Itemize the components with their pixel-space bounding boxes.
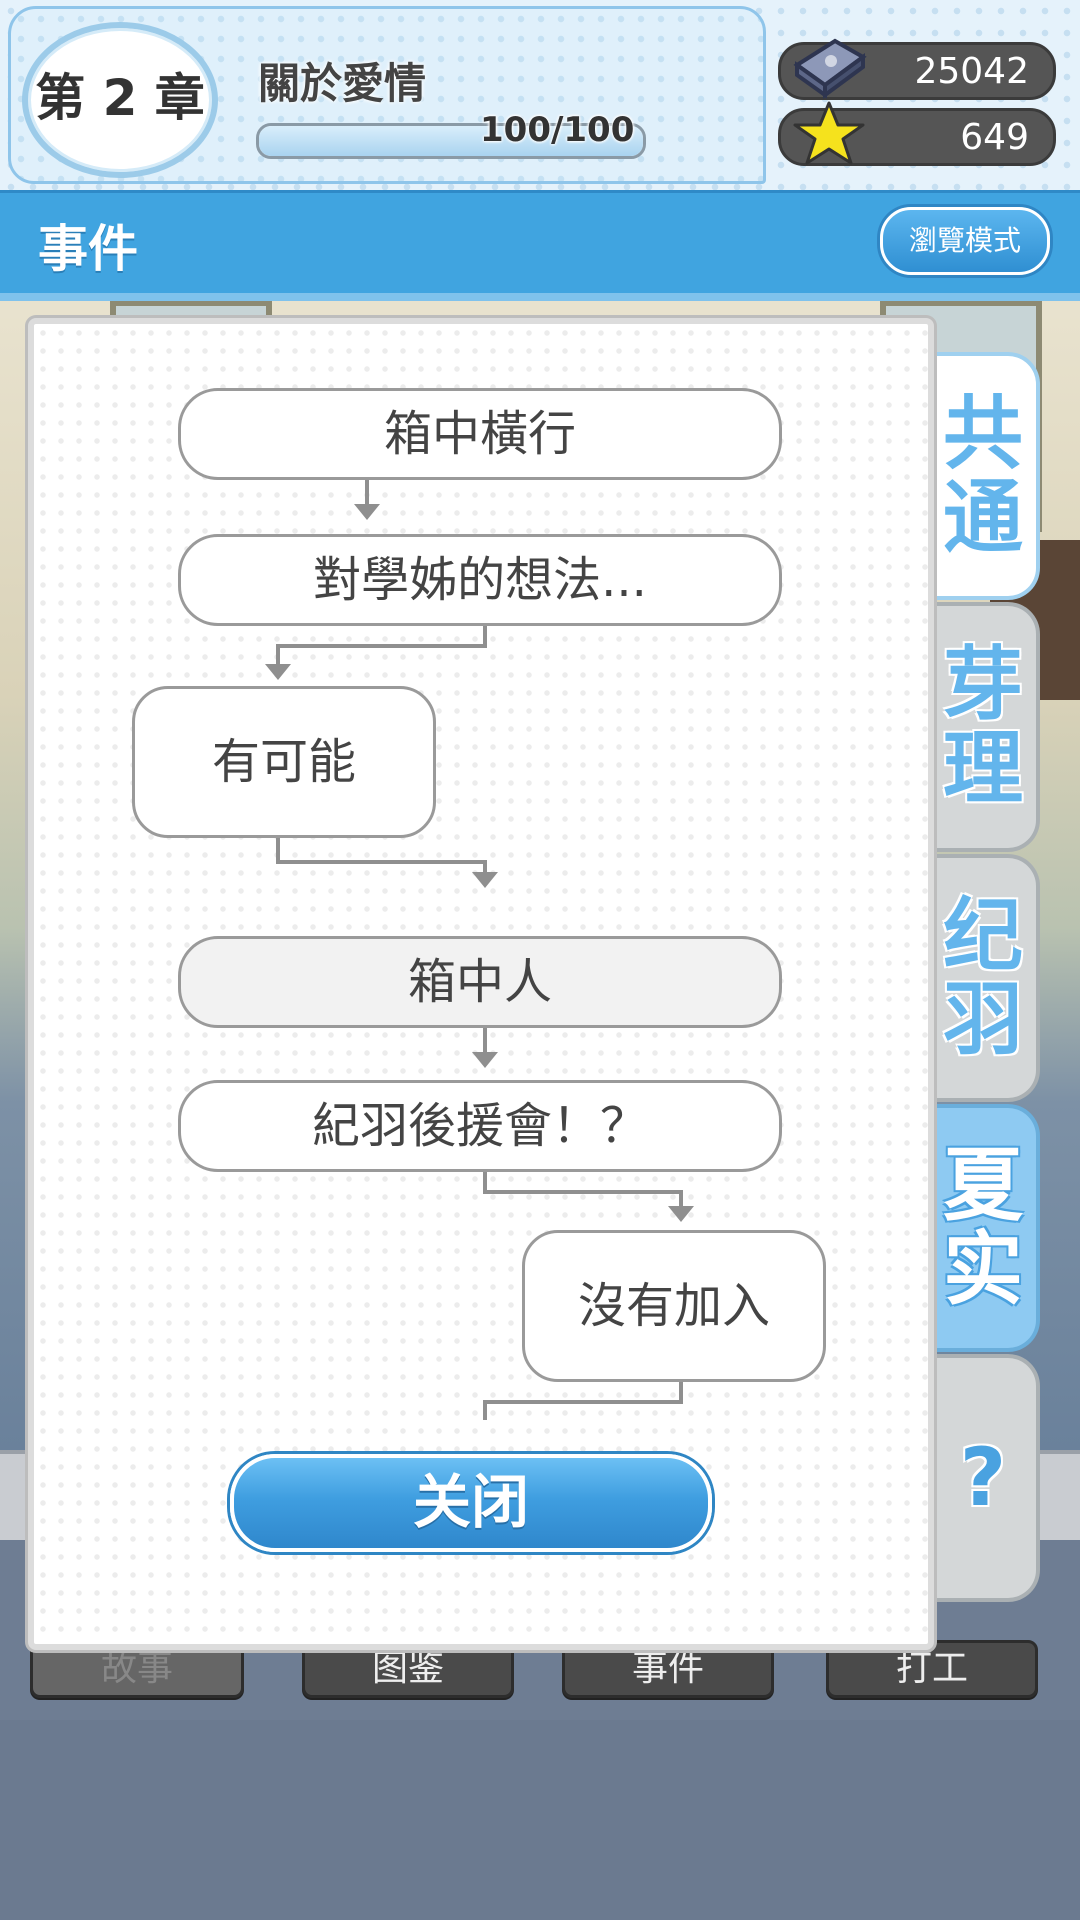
flow-node-3[interactable]: 有可能 [132, 686, 436, 838]
title-bar: 事件 瀏覽模式 [0, 190, 1080, 301]
close-button[interactable]: 关闭 [230, 1454, 712, 1552]
connector [276, 644, 487, 648]
connector [483, 1400, 683, 1404]
tab-unknown[interactable]: ? [930, 1354, 1040, 1602]
connector [276, 644, 280, 666]
flow-node-2[interactable]: 對學姊的想法... [178, 534, 782, 626]
arrow-down-icon [472, 872, 498, 888]
arrow-down-icon [354, 504, 380, 520]
connector [679, 1382, 683, 1402]
tab-natsumi-label: 夏实 [943, 1139, 1023, 1316]
star-icon [793, 101, 865, 165]
tab-common[interactable]: 共通 [930, 352, 1040, 600]
arrow-down-icon [668, 1206, 694, 1222]
crystal-counter: 25042 [778, 38, 1056, 100]
header: 第 2 章 關於愛情 100/100 25042 649 [0, 0, 1080, 190]
chapter-title: 關於愛情 [258, 59, 427, 108]
tab-kiu[interactable]: 纪羽 [930, 854, 1040, 1102]
connector [483, 626, 487, 646]
tab-kiu-label: 纪羽 [943, 889, 1023, 1066]
arrow-down-icon [472, 1052, 498, 1068]
chapter-label: 第 2 章 [22, 22, 218, 178]
page-title: 事件 [38, 220, 138, 278]
connector [483, 1190, 683, 1194]
tab-meri-label: 芽理 [943, 638, 1023, 815]
connector [483, 1400, 487, 1420]
connector [483, 1028, 487, 1054]
crystal-icon [793, 38, 867, 99]
connector [276, 860, 487, 864]
star-value: 649 [960, 117, 1029, 158]
crystal-value: 25042 [914, 51, 1029, 92]
tab-natsumi[interactable]: 夏实 [930, 1104, 1040, 1352]
event-flowchart-panel: 箱中橫行 對學姊的想法... 有可能 箱中人 紀羽後援會！？ 沒有加入 关闭 [28, 318, 934, 1650]
progress-text: 100/100 [480, 110, 635, 150]
arrow-down-icon [265, 664, 291, 680]
connector [365, 480, 369, 506]
tab-unknown-label: ? [959, 1431, 1007, 1524]
star-counter: 649 [778, 101, 1056, 166]
flow-node-1[interactable]: 箱中橫行 [178, 388, 782, 480]
flow-node-6[interactable]: 沒有加入 [522, 1230, 826, 1382]
connector [483, 1172, 487, 1192]
tab-common-label: 共通 [943, 387, 1023, 564]
flow-node-4[interactable]: 箱中人 [178, 936, 782, 1028]
tab-meri[interactable]: 芽理 [930, 602, 1040, 852]
connector [276, 838, 280, 862]
flow-node-5[interactable]: 紀羽後援會！？ [178, 1080, 782, 1172]
bottom-area [0, 1720, 1080, 1920]
browse-mode-button[interactable]: 瀏覽模式 [880, 207, 1050, 275]
